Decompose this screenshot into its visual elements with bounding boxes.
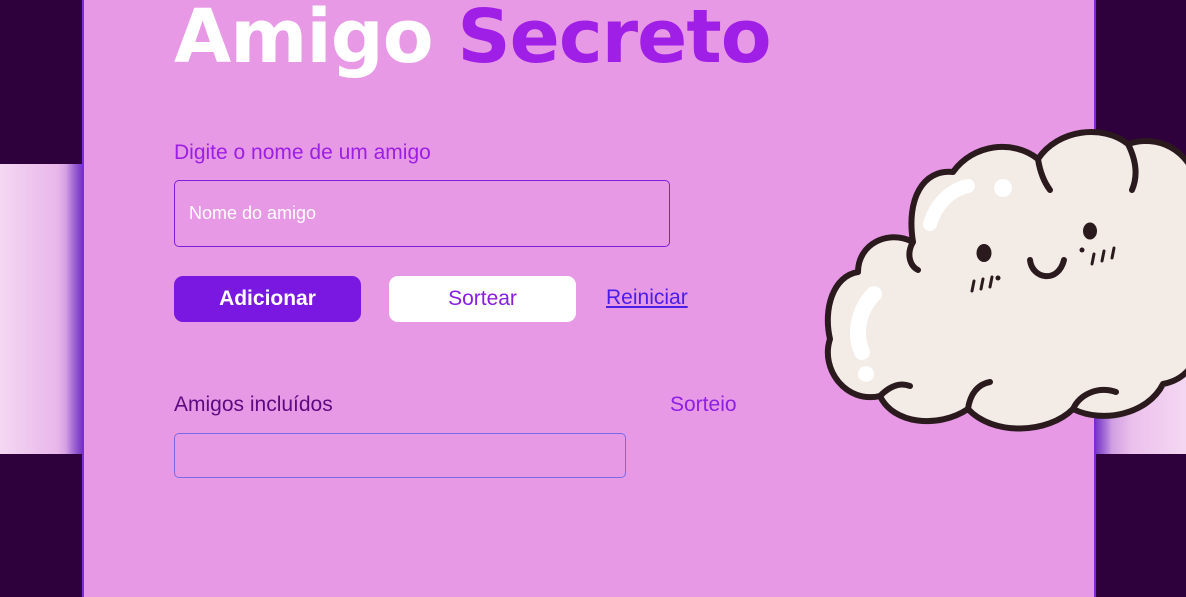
reset-link[interactable]: Reiniciar (606, 286, 688, 310)
page-title: Amigo Secreto (174, 0, 772, 80)
friend-name-input[interactable] (174, 180, 670, 247)
cloud-cheek-dot-right (1079, 247, 1085, 253)
cloud-eye-left (976, 244, 992, 262)
cloud-shine-dot (994, 179, 1012, 197)
cloud-body (824, 129, 1186, 432)
draw-button[interactable]: Sortear (389, 276, 576, 322)
cloud-shine-dot-2 (858, 366, 874, 382)
title-word-secreto: Secreto (457, 0, 771, 80)
friends-list-heading: Amigos incluídos (174, 393, 333, 416)
draw-result-heading: Sorteio (670, 393, 737, 416)
friends-list (174, 433, 626, 478)
left-decor-band (0, 164, 84, 454)
name-input-label: Digite o nome de um amigo (174, 141, 431, 164)
smiling-cloud-icon (824, 129, 1186, 432)
cloud-eye-right (1083, 222, 1097, 240)
title-word-amigo: Amigo (174, 0, 434, 80)
add-button[interactable]: Adicionar (174, 276, 361, 322)
cloud-cheek-dot-left (995, 275, 1001, 281)
